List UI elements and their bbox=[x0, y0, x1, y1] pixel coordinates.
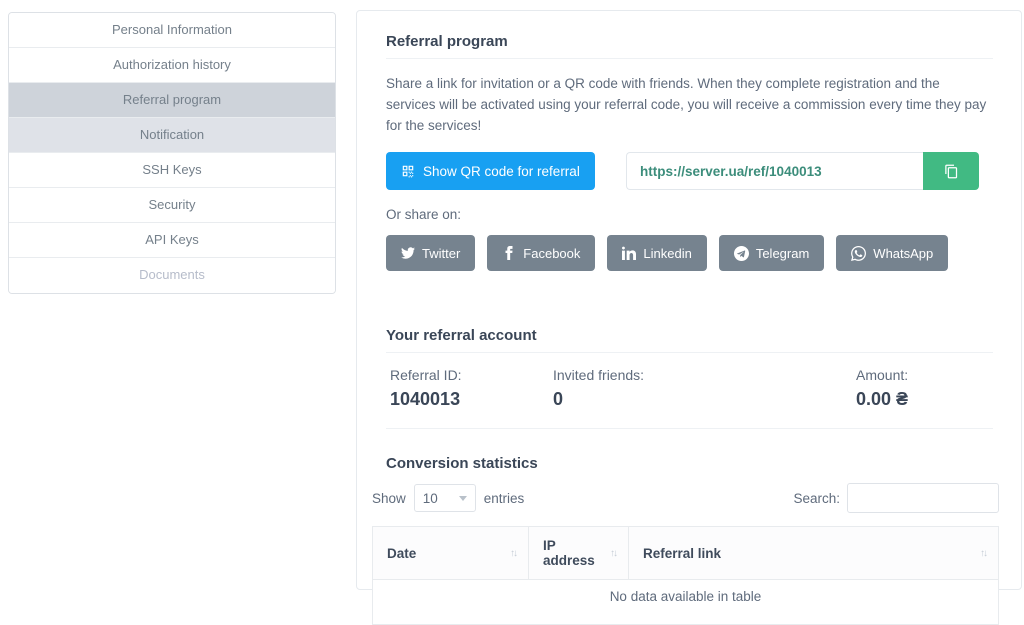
share-telegram-label: Telegram bbox=[756, 246, 809, 261]
table-header-row: Date ↑↓ IP address ↑↓ Referral link bbox=[373, 527, 999, 580]
stat-label: Referral ID: bbox=[390, 367, 553, 383]
qr-code-icon bbox=[401, 164, 415, 178]
copy-link-button[interactable] bbox=[923, 152, 979, 190]
share-whatsapp-button[interactable]: WhatsApp bbox=[836, 235, 948, 271]
whatsapp-icon bbox=[851, 246, 866, 261]
stat-referral-id: Referral ID: 1040013 bbox=[390, 367, 553, 410]
sidebar-item-security[interactable]: Security bbox=[9, 188, 335, 223]
sidebar-item-documents[interactable]: Documents bbox=[9, 258, 335, 293]
sidebar-item-notification[interactable]: Notification bbox=[9, 118, 335, 153]
show-qr-code-label: Show QR code for referral bbox=[423, 164, 580, 179]
sidebar-item-personal-information[interactable]: Personal Information bbox=[9, 13, 335, 48]
settings-sidebar: Personal Information Authorization histo… bbox=[8, 12, 336, 294]
conversion-statistics-table: Date ↑↓ IP address ↑↓ Referral link bbox=[372, 526, 999, 625]
entries-per-page-value: 10 bbox=[423, 491, 438, 506]
sort-icon[interactable]: ↑↓ bbox=[980, 548, 986, 559]
stat-value: 0 bbox=[553, 389, 856, 410]
share-linkedin-button[interactable]: Linkedin bbox=[607, 235, 706, 271]
referral-account-stats: Referral ID: 1040013 Invited friends: 0 … bbox=[386, 353, 993, 429]
datatable-controls: Show 10 entries Search: bbox=[372, 483, 999, 513]
referral-description: Share a link for invitation or a QR code… bbox=[386, 73, 993, 136]
telegram-icon bbox=[734, 246, 749, 261]
share-whatsapp-label: WhatsApp bbox=[873, 246, 933, 261]
social-share-row: Twitter Facebook Linkedin Telegram Whats… bbox=[386, 235, 993, 271]
referral-program-panel: Referral program Share a link for invita… bbox=[356, 10, 1022, 590]
column-label: Date bbox=[387, 546, 416, 561]
conversion-section-title: Conversion statistics bbox=[386, 455, 993, 472]
search-label: Search: bbox=[793, 491, 840, 506]
facebook-icon bbox=[502, 246, 516, 260]
show-qr-code-button[interactable]: Show QR code for referral bbox=[386, 152, 595, 190]
table-search: Search: bbox=[793, 483, 999, 513]
column-label: Referral link bbox=[643, 546, 721, 561]
column-header-date[interactable]: Date ↑↓ bbox=[373, 527, 529, 580]
page-title: Referral program bbox=[386, 33, 993, 59]
stat-value: 0.00 ₴ bbox=[856, 389, 993, 410]
referral-actions-row: Show QR code for referral bbox=[386, 152, 993, 190]
share-linkedin-label: Linkedin bbox=[643, 246, 691, 261]
entries-per-page-select[interactable]: 10 bbox=[414, 484, 476, 512]
column-header-referral-link[interactable]: Referral link ↑↓ bbox=[629, 527, 999, 580]
twitter-icon bbox=[401, 246, 415, 260]
sidebar-item-authorization-history[interactable]: Authorization history bbox=[9, 48, 335, 83]
sort-icon[interactable]: ↑↓ bbox=[510, 548, 516, 559]
sidebar-item-api-keys[interactable]: API Keys bbox=[9, 223, 335, 258]
column-header-ip-address[interactable]: IP address ↑↓ bbox=[529, 527, 629, 580]
empty-table-message: No data available in table bbox=[373, 580, 999, 625]
sidebar-item-ssh-keys[interactable]: SSH Keys bbox=[9, 153, 335, 188]
stat-value: 1040013 bbox=[390, 389, 553, 410]
sidebar-item-referral-program[interactable]: Referral program bbox=[9, 83, 335, 118]
account-section-title: Your referral account bbox=[386, 327, 993, 353]
stat-amount: Amount: 0.00 ₴ bbox=[856, 367, 993, 410]
show-label: Show bbox=[372, 491, 406, 506]
linkedin-icon bbox=[622, 246, 636, 260]
entries-label: entries bbox=[484, 491, 525, 506]
referral-link-group bbox=[626, 152, 979, 190]
share-twitter-button[interactable]: Twitter bbox=[386, 235, 475, 271]
sort-icon[interactable]: ↑↓ bbox=[610, 548, 616, 559]
stat-label: Amount: bbox=[856, 367, 993, 383]
conversion-table-zone: Show 10 entries Search: Date ↑↓ bbox=[372, 483, 999, 625]
stat-label: Invited friends: bbox=[553, 367, 856, 383]
chevron-down-icon bbox=[459, 496, 467, 501]
stat-invited-friends: Invited friends: 0 bbox=[553, 367, 856, 410]
share-facebook-label: Facebook bbox=[523, 246, 580, 261]
table-empty-row: No data available in table bbox=[373, 580, 999, 625]
copy-icon bbox=[944, 164, 959, 179]
column-label: IP address bbox=[543, 538, 610, 568]
share-facebook-button[interactable]: Facebook bbox=[487, 235, 595, 271]
share-twitter-label: Twitter bbox=[422, 246, 460, 261]
search-input[interactable] bbox=[847, 483, 999, 513]
referral-link-input[interactable] bbox=[626, 152, 923, 190]
share-telegram-button[interactable]: Telegram bbox=[719, 235, 824, 271]
share-on-label: Or share on: bbox=[386, 207, 993, 222]
